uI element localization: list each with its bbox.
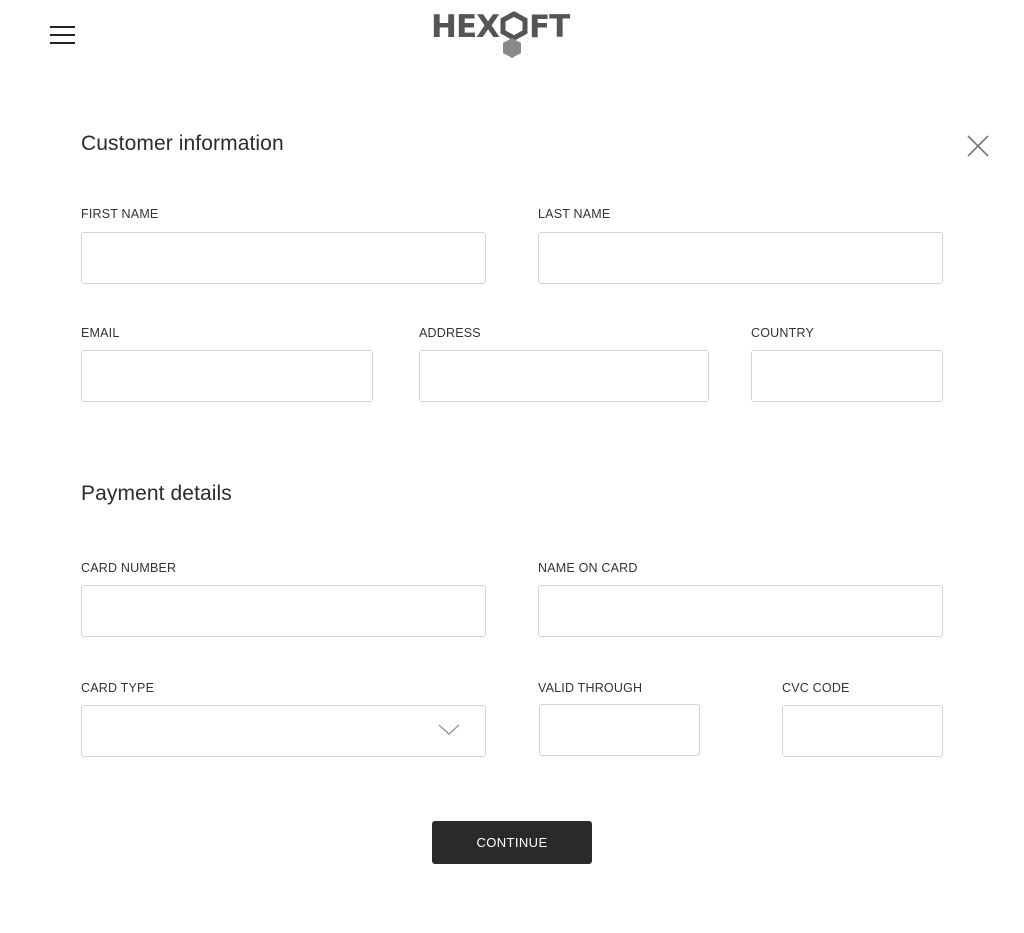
- logo-graphic: HEX FT: [431, 9, 571, 58]
- card-type-select[interactable]: [81, 705, 486, 757]
- menu-bar: [50, 34, 75, 36]
- continue-button[interactable]: CONTINUE: [432, 821, 592, 864]
- card-number-field[interactable]: [81, 585, 486, 637]
- last-name-field[interactable]: [538, 232, 943, 284]
- valid-through-field[interactable]: [539, 704, 700, 756]
- address-label: ADDRESS: [419, 326, 481, 340]
- cvc-code-label: CVC CODE: [782, 681, 850, 695]
- address-field[interactable]: [419, 350, 709, 402]
- first-name-label: FIRST NAME: [81, 207, 159, 221]
- customer-info-title: Customer information: [81, 132, 284, 155]
- last-name-label: LAST NAME: [538, 207, 611, 221]
- name-on-card-field[interactable]: [538, 585, 943, 637]
- country-field[interactable]: [751, 350, 943, 402]
- name-on-card-label: NAME ON CARD: [538, 561, 638, 575]
- close-icon[interactable]: [965, 133, 991, 159]
- svg-text:HEX: HEX: [431, 10, 500, 45]
- email-field[interactable]: [81, 350, 373, 402]
- menu-bar: [50, 26, 75, 28]
- menu-bar: [50, 42, 75, 44]
- email-label: EMAIL: [81, 326, 120, 340]
- card-number-label: CARD NUMBER: [81, 561, 177, 575]
- hamburger-menu-icon[interactable]: [50, 25, 75, 45]
- svg-text:FT: FT: [529, 10, 570, 45]
- cvc-code-field[interactable]: [782, 705, 943, 757]
- country-label: COUNTRY: [751, 326, 814, 340]
- card-type-label: CARD TYPE: [81, 681, 155, 695]
- valid-through-label: VALID THROUGH: [538, 681, 643, 695]
- chevron-down-icon: [438, 724, 460, 735]
- first-name-field[interactable]: [81, 232, 486, 284]
- brand-logo[interactable]: HEX FT: [431, 9, 593, 58]
- payment-details-title: Payment details: [81, 482, 232, 505]
